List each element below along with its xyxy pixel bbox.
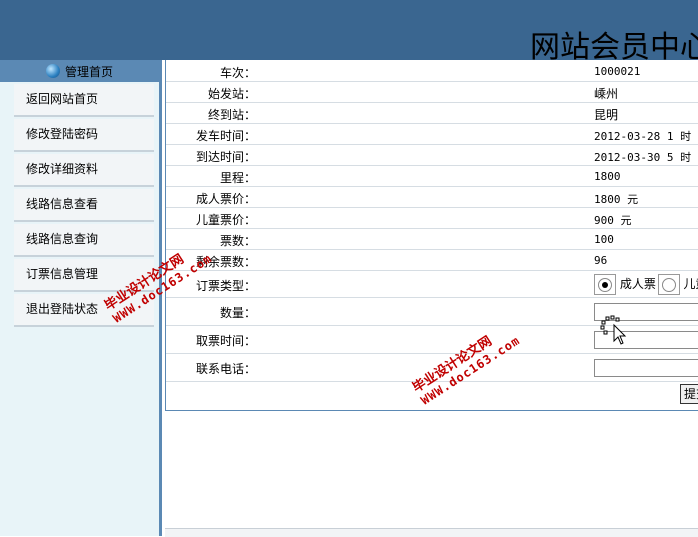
- radio-child[interactable]: [662, 278, 676, 292]
- sidebar-item-route-search[interactable]: 线路信息查询: [14, 224, 154, 257]
- form-row-adult-price: 成人票价： 1800 元: [166, 187, 698, 208]
- form-row-arrival: 到达时间： 2012-03-30 5 时 1: [166, 145, 698, 166]
- busy-cursor-icon: [600, 315, 630, 347]
- destination-label: 终到站：: [208, 106, 256, 123]
- radio-adult[interactable]: [598, 278, 612, 292]
- arrival-value: 2012-03-30 5 时 1: [594, 149, 698, 165]
- form-row-remaining: 剩余票数： 96: [166, 250, 698, 271]
- main-content: 车次： 1000021 始发站： 嵊州 终到站： 昆明 发车时间： 2012-0…: [165, 60, 698, 536]
- sidebar-item-profile[interactable]: 修改详细资料: [14, 154, 154, 187]
- sidebar-item-route-view[interactable]: 线路信息查看: [14, 189, 154, 222]
- form-row-child-price: 儿童票价： 900 元: [166, 208, 698, 229]
- ticket-type-options: 成人票 儿童: [594, 274, 698, 295]
- origin-value: 嵊州: [594, 85, 618, 102]
- submit-button[interactable]: 提交: [680, 384, 698, 404]
- booking-form: 车次： 1000021 始发站： 嵊州 终到站： 昆明 发车时间： 2012-0…: [165, 60, 698, 411]
- remaining-value: 96: [594, 254, 607, 267]
- site-title: 网站会员中心: [530, 22, 698, 60]
- radio-adult-wrapper[interactable]: [594, 274, 616, 295]
- pickup-time-label: 取票时间：: [196, 332, 256, 349]
- arrival-label: 到达时间：: [196, 148, 256, 165]
- train-value: 1000021: [594, 65, 640, 78]
- form-row-departure: 发车时间： 2012-03-28 1 时 1: [166, 124, 698, 145]
- child-price-value: 900 元: [594, 212, 632, 228]
- train-label: 车次：: [220, 64, 256, 81]
- origin-label: 始发站：: [208, 85, 256, 102]
- globe-icon: [46, 64, 60, 78]
- child-price-label: 儿童票价：: [196, 211, 256, 228]
- form-row-ticket-type: 订票类型： 成人票 儿童: [166, 271, 698, 298]
- destination-value: 昆明: [594, 106, 618, 123]
- page-header: 网站会员中心: [0, 0, 698, 60]
- phone-input[interactable]: [594, 359, 698, 377]
- sidebar-home-label: 管理首页: [65, 63, 113, 80]
- form-row-train: 车次： 1000021: [166, 60, 698, 82]
- sidebar-item-home[interactable]: 返回网站首页: [14, 84, 154, 117]
- departure-label: 发车时间：: [196, 127, 256, 144]
- quantity-label: 数量：: [220, 304, 256, 321]
- sidebar-item-password[interactable]: 修改登陆密码: [14, 119, 154, 152]
- tickets-value: 100: [594, 233, 614, 246]
- form-row-origin: 始发站： 嵊州: [166, 82, 698, 103]
- adult-price-value: 1800 元: [594, 191, 638, 207]
- radio-child-wrapper[interactable]: [658, 274, 680, 295]
- adult-price-label: 成人票价：: [196, 190, 256, 207]
- radio-adult-label: 成人票: [620, 277, 656, 291]
- form-row-distance: 里程： 1800: [166, 166, 698, 187]
- form-row-destination: 终到站： 昆明: [166, 103, 698, 124]
- radio-child-label: 儿童: [684, 277, 698, 291]
- form-row-tickets: 票数： 100: [166, 229, 698, 250]
- phone-label: 联系电话：: [196, 360, 256, 377]
- distance-value: 1800: [594, 170, 621, 183]
- sidebar-home[interactable]: 管理首页: [0, 60, 159, 82]
- tickets-label: 票数：: [220, 232, 256, 249]
- ticket-type-label: 订票类型：: [196, 277, 256, 294]
- departure-value: 2012-03-28 1 时 1: [594, 128, 698, 144]
- distance-label: 里程：: [220, 169, 256, 186]
